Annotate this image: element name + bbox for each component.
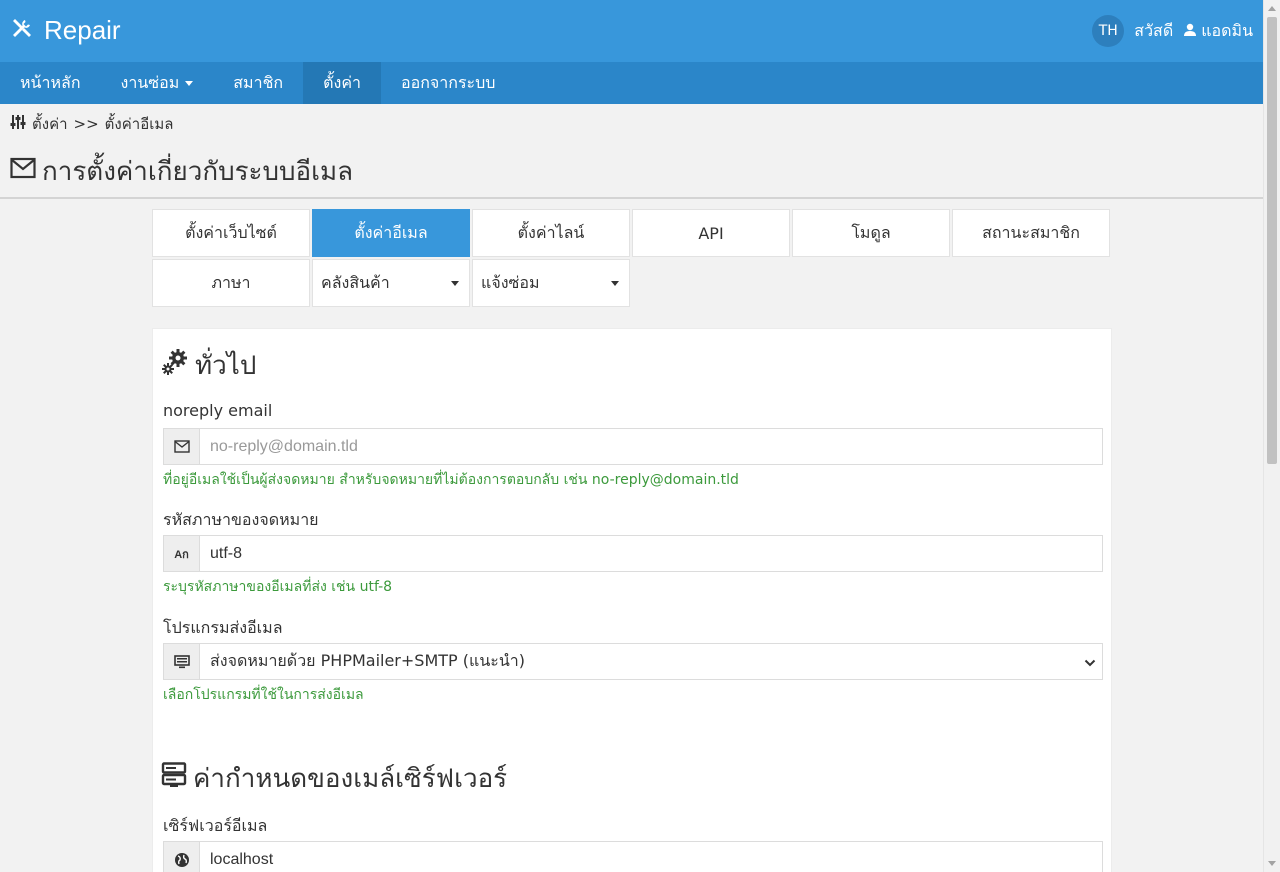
program-select-group: ส่งจดหมายด้วย PHPMailer+SMTP (แนะนำ) [163,643,1103,680]
charset-hint: ระบุรหัสภาษาของอีเมลที่ส่ง เช่น utf-8 [163,579,393,595]
user-menu[interactable]: แอดมิน [1183,19,1253,44]
caret-down-icon [185,80,194,86]
scroll-down-icon[interactable] [1268,861,1276,866]
nav-repair[interactable]: งานซ่อม [101,62,214,104]
tab-email[interactable]: ตั้งค่าอีเมล [312,209,470,257]
user-icon [1183,22,1197,41]
program-hint: เลือกโปรแกรมที่ใช้ในการส่งอีเมล [163,687,364,703]
tab-repair-request[interactable]: แจ้งซ่อม [472,259,630,307]
program-label: โปรแกรมส่งอีเมล [163,618,283,637]
tab-language-label: ภาษา [211,272,251,292]
tab-member-status-label: สถานะสมาชิก [982,222,1080,242]
tab-member-status[interactable]: สถานะสมาชิก [952,209,1110,257]
charset-label: รหัสภาษาของจดหมาย [163,510,319,529]
mail-program-value: ส่งจดหมายด้วย PHPMailer+SMTP (แนะนำ) [210,651,526,670]
language-icon: Aก [164,536,200,571]
brand-name: Repair [44,14,121,45]
user-area: TH สวัสดี แอดมิน [1092,14,1253,48]
noreply-label: noreply email [163,401,273,420]
caret-down-icon [611,280,619,286]
tab-line-label: ตั้งค่าไลน์ [517,222,585,242]
page-title-text: การตั้งค่าเกี่ยวกับระบบอีเมล [42,156,354,187]
nav-home-label: หน้าหลัก [20,72,81,92]
nav-members-label: สมาชิก [233,72,284,92]
envelope-icon [164,429,200,464]
tab-inventory[interactable]: คลังสินค้า [312,259,470,307]
nav-repair-label: งานซ่อม [120,72,180,92]
tab-line[interactable]: ตั้งค่าไลน์ [472,209,630,257]
charset-input[interactable] [200,536,1102,571]
brand[interactable]: Repair [10,12,121,48]
language-avatar[interactable]: TH [1092,15,1125,47]
section-server-title: ค่ากำหนดของเมล์เซิร์ฟเวอร์ [193,763,508,794]
mail-program-select[interactable]: ส่งจดหมายด้วย PHPMailer+SMTP (แนะนำ) [200,644,1102,679]
breadcrumb-separator: >> [73,115,99,133]
tools-icon [10,16,34,44]
section-server: ค่ากำหนดของเมล์เซิร์ฟเวอร์ [161,760,507,796]
noreply-input-group [163,428,1103,465]
nav-settings-label: ตั้งค่า [323,72,361,92]
section-general-title: ทั่วไป [195,350,257,381]
tab-language[interactable]: ภาษา [152,259,310,307]
host-input-group [163,841,1103,872]
tab-repair-request-label: แจ้งซ่อม [481,272,540,292]
breadcrumb: ตั้งค่า >> ตั้งค่าอีเมล [10,113,173,135]
tab-api-label: API [698,223,724,243]
scrollbar-thumb[interactable] [1267,17,1277,464]
nav-logout[interactable]: ออกจากระบบ [381,62,515,104]
globe-icon [164,842,200,872]
nav-settings[interactable]: ตั้งค่า [303,62,381,104]
settings-panel: ทั่วไป noreply email ที่อยู่อีเมลใช้เป็น… [152,328,1112,872]
server-icon [161,761,187,795]
nav-logout-label: ออกจากระบบ [401,72,496,92]
breadcrumb-current: ตั้งค่าอีเมล [104,115,174,133]
envelope-icon [10,156,36,186]
scroll-up-icon[interactable] [1268,6,1276,11]
user-name: แอดมิน [1201,20,1253,40]
sliders-icon [10,114,26,134]
tab-email-label: ตั้งค่าอีเมล [354,222,428,242]
noreply-email-input[interactable] [200,429,1102,464]
breadcrumb-parent[interactable]: ตั้งค่า [32,112,68,136]
tab-website[interactable]: ตั้งค่าเว็บไซต์ [152,209,310,257]
main-nav: หน้าหลัก งานซ่อม สมาชิก ตั้งค่า ออกจากระ… [0,62,1263,104]
tab-modules-label: โมดูล [851,222,891,242]
title-divider [0,197,1263,199]
noreply-hint: ที่อยู่อีเมลใช้เป็นผู้ส่งจดหมาย สำหรับจด… [163,472,739,488]
section-general: ทั่วไป [161,347,256,383]
monitor-icon [164,644,200,679]
page-scrollbar[interactable] [1263,0,1280,872]
top-bar: Repair TH สวัสดี แอดมิน [0,0,1263,62]
tab-inventory-label: คลังสินค้า [321,272,390,292]
greeting-text: สวัสดี [1134,20,1174,40]
nav-home[interactable]: หน้าหลัก [0,62,101,104]
tab-modules[interactable]: โมดูล [792,209,950,257]
host-label: เซิร์ฟเวอร์อีเมล [163,816,268,835]
charset-input-group: Aก [163,535,1103,572]
chevron-down-icon [1084,652,1096,671]
caret-down-icon [451,280,459,286]
page-title: การตั้งค่าเกี่ยวกับระบบอีเมล [10,153,353,189]
cogs-icon [161,348,189,383]
tab-api[interactable]: API [632,209,790,257]
nav-members[interactable]: สมาชิก [213,62,303,104]
tab-website-label: ตั้งค่าเว็บไซต์ [185,222,277,242]
mail-server-input[interactable] [200,842,1102,872]
